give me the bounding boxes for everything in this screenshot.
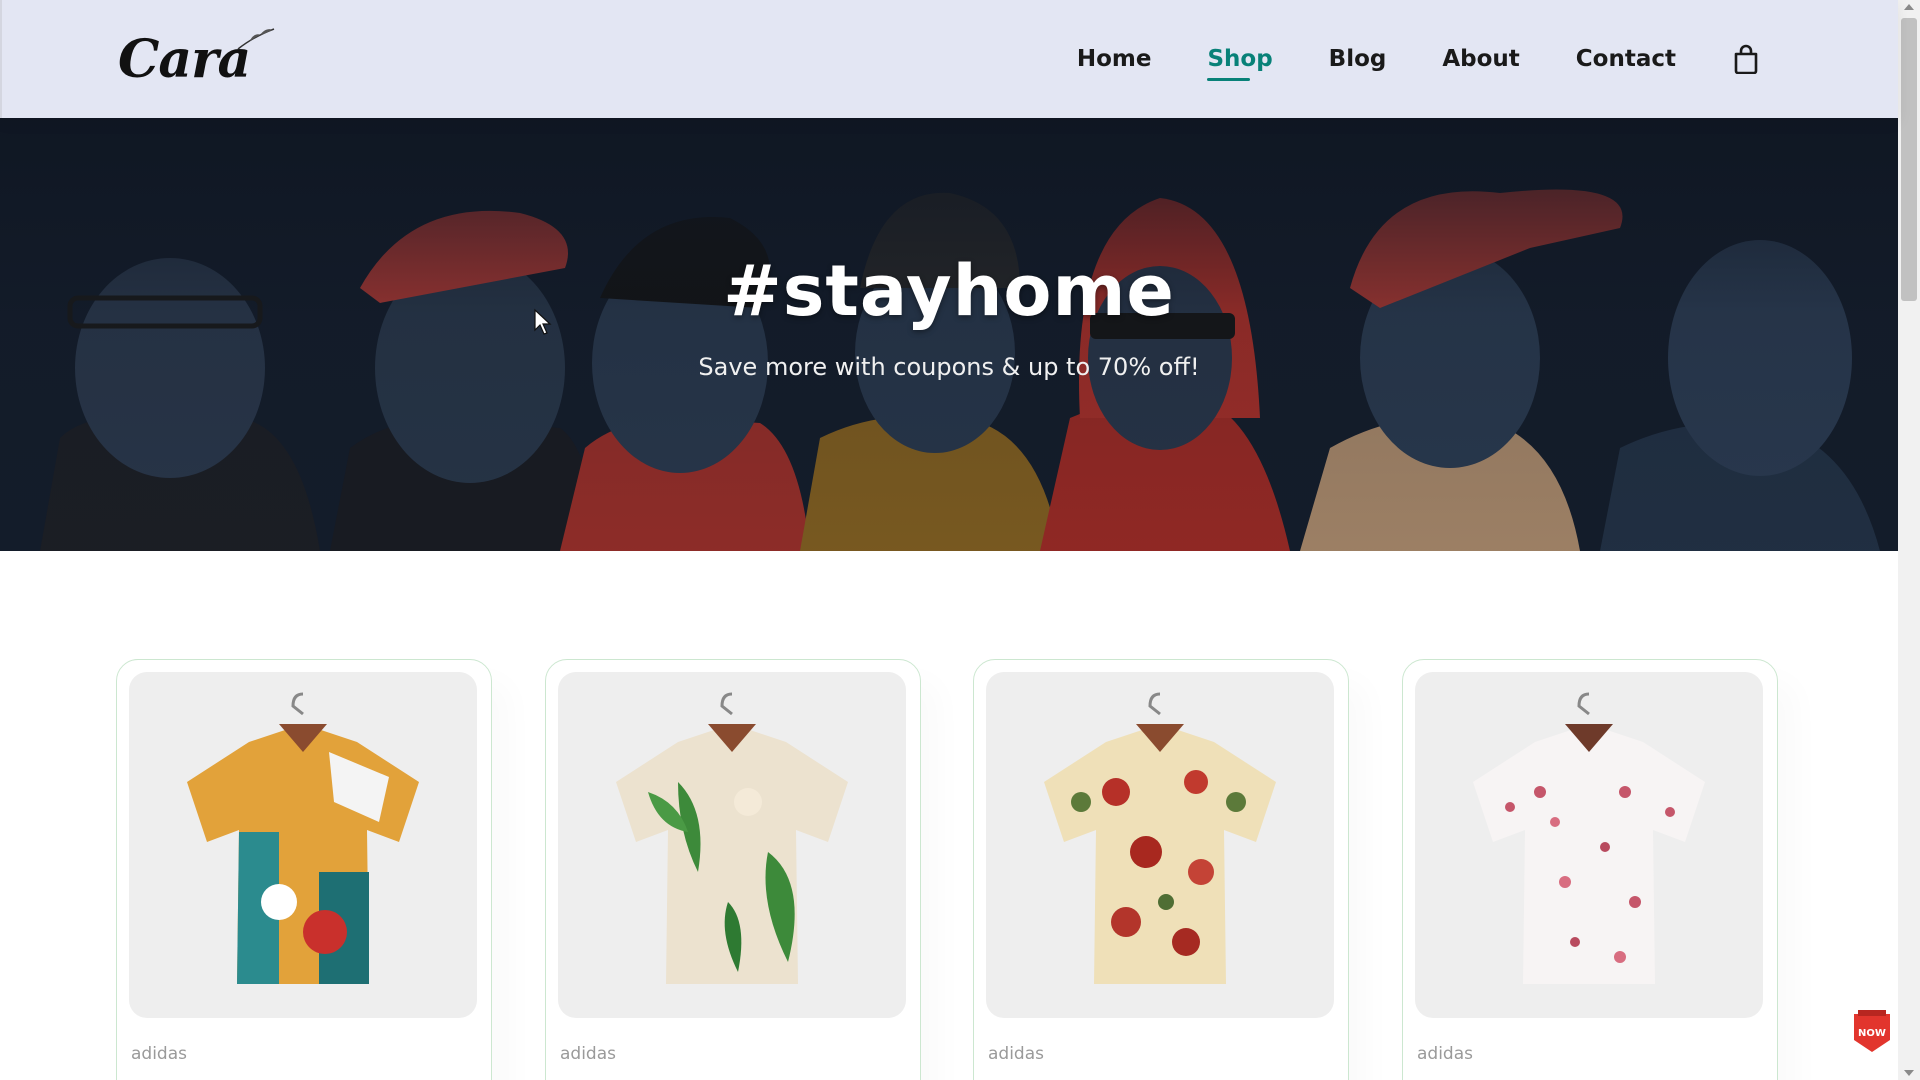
- page-scrollbar[interactable]: [1898, 0, 1920, 1080]
- product-image[interactable]: [129, 672, 477, 1018]
- hero-subtitle: Save more with coupons & up to 70% off!: [698, 353, 1200, 381]
- site-header: Cara Home Shop Blog About Contact: [0, 0, 1898, 118]
- scroll-up-arrow-icon[interactable]: [1904, 4, 1914, 10]
- product-card[interactable]: adidas: [1402, 659, 1778, 1080]
- nav-contact[interactable]: Contact: [1576, 46, 1676, 72]
- hero-illustration: [0, 118, 1898, 551]
- shopping-bag-icon[interactable]: [1732, 44, 1760, 74]
- shirt-image: [616, 692, 848, 984]
- product-card[interactable]: adidas: [973, 659, 1349, 1080]
- mouse-cursor-icon: [534, 308, 552, 335]
- hero-banner: #stayhome Save more with coupons & up to…: [0, 118, 1898, 551]
- scroll-down-arrow-icon[interactable]: [1904, 1070, 1914, 1076]
- product-brand: adidas: [131, 1044, 187, 1064]
- logo-leaf-icon: [237, 27, 275, 50]
- product-brand: adidas: [560, 1044, 616, 1064]
- product-image[interactable]: [986, 672, 1334, 1018]
- hero-title: #stayhome: [723, 250, 1175, 332]
- product-image[interactable]: [558, 672, 906, 1018]
- nav-blog[interactable]: Blog: [1329, 46, 1387, 72]
- nav-about[interactable]: About: [1442, 46, 1519, 72]
- product-brand: adidas: [988, 1044, 1044, 1064]
- nav-shop[interactable]: Shop: [1207, 46, 1273, 81]
- badge-text: NOW: [1858, 1028, 1886, 1039]
- cara-logo[interactable]: Cara: [118, 27, 275, 90]
- shirt-image: [1044, 692, 1276, 984]
- product-image[interactable]: [1415, 672, 1763, 1018]
- product-card[interactable]: adidas: [116, 659, 492, 1080]
- shirt-image: [187, 692, 419, 984]
- product-brand: adidas: [1417, 1044, 1473, 1064]
- main-nav: Home Shop Blog About Contact: [1021, 44, 1760, 81]
- nav-home[interactable]: Home: [1077, 46, 1152, 72]
- scroll-thumb[interactable]: [1901, 18, 1917, 301]
- product-grid: adidas adidas adidas adidas: [0, 551, 1898, 1080]
- subscribe-now-badge: NOW: [1854, 1010, 1890, 1052]
- shirt-image: [1473, 692, 1705, 984]
- product-card[interactable]: adidas: [545, 659, 921, 1080]
- logo-text: Cara: [118, 28, 251, 90]
